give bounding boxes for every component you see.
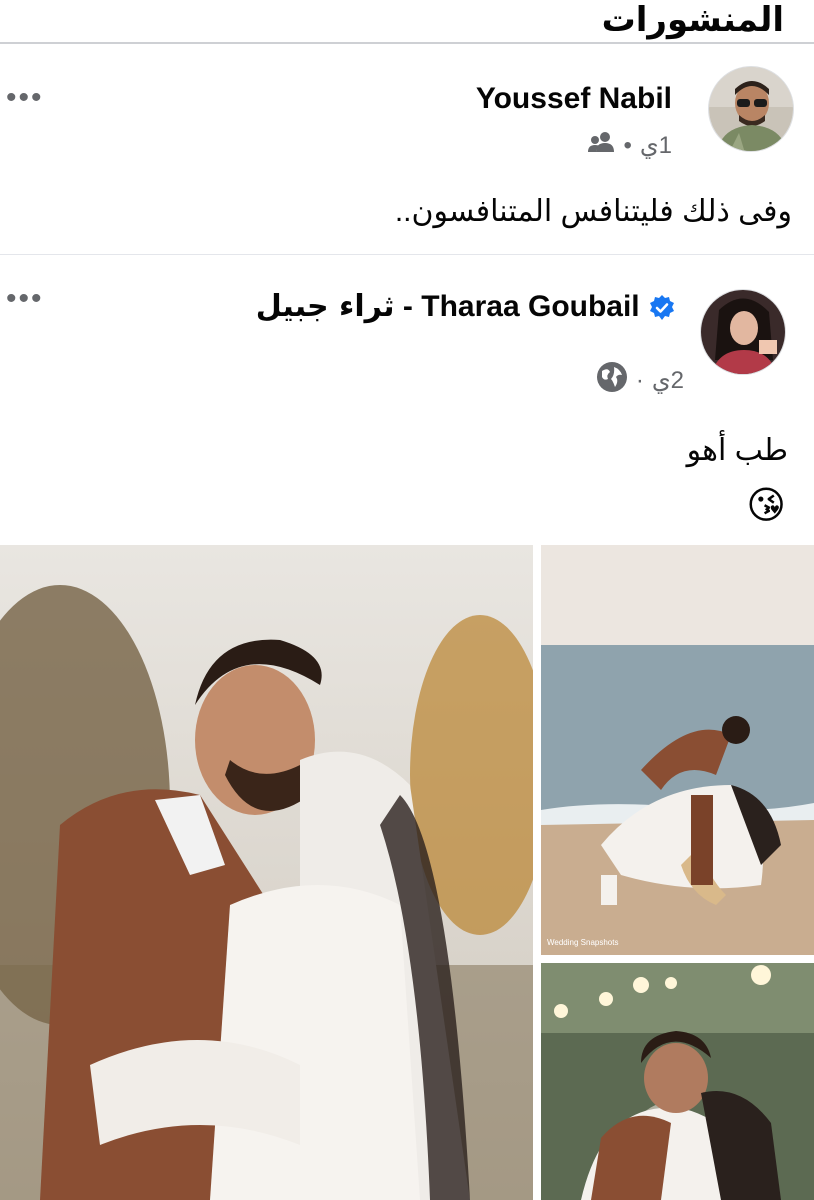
- meta-separator: ·: [635, 366, 644, 394]
- post-meta: 1ي •: [587, 130, 672, 161]
- post-card: ••• Youssef Nabil 1ي • وفى ذلك فليتنافس …: [0, 44, 814, 255]
- post-text: وفى ذلك فليتنافس المتنافسون..: [394, 195, 792, 228]
- more-options-button[interactable]: •••: [6, 284, 44, 314]
- post-time[interactable]: 1ي: [640, 131, 672, 160]
- emoji: 😘: [746, 485, 786, 527]
- author-name-separator: -: [402, 290, 413, 323]
- post-text: طب أهو: [686, 434, 788, 467]
- author-name-arabic[interactable]: ثراء جبيل: [256, 289, 395, 324]
- post-card: ••• ثراء جبيل - Tharaa Goubail 2ي · طب أ…: [0, 255, 814, 1200]
- posts-section-header: المنشورات: [0, 0, 814, 44]
- post-time[interactable]: 2ي: [652, 366, 684, 395]
- friends-icon[interactable]: [587, 130, 615, 161]
- post-photo-party[interactable]: [541, 963, 814, 1200]
- globe-icon[interactable]: [596, 361, 628, 400]
- author-name[interactable]: ثراء جبيل - Tharaa Goubail: [256, 289, 676, 324]
- post-photo-beach[interactable]: Wedding Snapshots: [541, 545, 814, 955]
- verified-badge-icon: [648, 294, 676, 322]
- post-meta: 2ي ·: [596, 361, 684, 400]
- more-options-button[interactable]: •••: [6, 83, 44, 113]
- section-title: المنشورات: [601, 0, 784, 40]
- avatar[interactable]: [708, 66, 794, 152]
- author-name[interactable]: Youssef Nabil: [476, 82, 672, 116]
- avatar[interactable]: [700, 289, 786, 375]
- post-photo-main[interactable]: [0, 545, 533, 1200]
- meta-separator: •: [623, 131, 632, 159]
- author-name-latin[interactable]: Tharaa Goubail: [421, 290, 639, 323]
- photo-watermark: Wedding Snapshots: [547, 938, 618, 947]
